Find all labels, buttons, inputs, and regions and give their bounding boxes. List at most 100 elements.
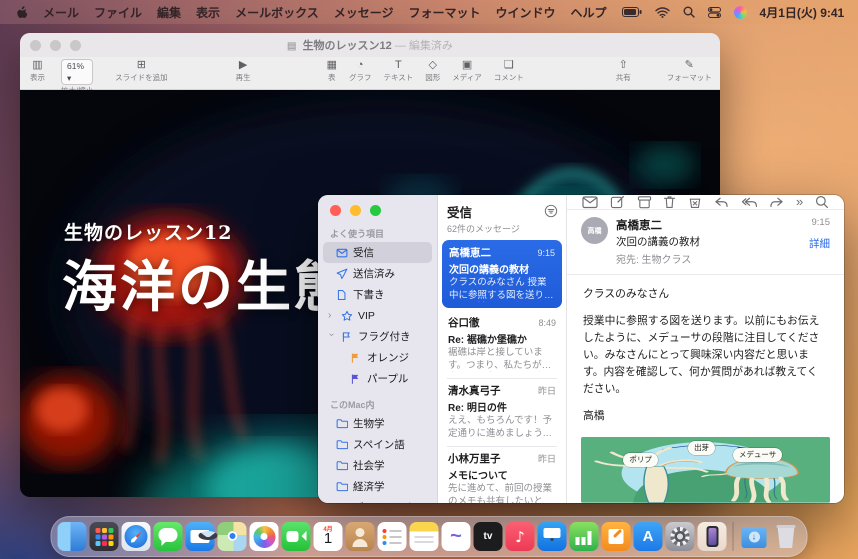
format-button[interactable]: ✎フォーマット [667, 59, 712, 83]
menu-window[interactable]: ウインドウ [496, 4, 556, 21]
facetime-icon[interactable] [282, 522, 311, 551]
flag-icon [340, 331, 353, 343]
disclosure-chevron-icon[interactable]: › [328, 310, 335, 321]
text-button[interactable]: Tテキスト [384, 59, 414, 83]
edited-badge: — 編集済み [395, 40, 453, 52]
calendar-icon[interactable]: 4月1 [314, 522, 343, 551]
get-mail-icon[interactable] [582, 195, 598, 209]
sender-name: 高橋恵二 [616, 217, 801, 233]
sidebar-item-purple-flag[interactable]: パープル [323, 368, 432, 389]
appstore-icon[interactable]: A [634, 522, 663, 551]
message-row[interactable]: 清水真弓子昨日Re: 明日の件ええ、もちろんです！予定通りに進めましょう。よろし… [438, 378, 566, 446]
sidebar-folder-biology[interactable]: 生物学 [323, 413, 432, 434]
play-button[interactable]: ▶再生 [236, 59, 251, 83]
details-link[interactable]: 詳細 [809, 236, 830, 251]
finder-icon[interactable] [58, 522, 87, 551]
sidebar-folder-economics[interactable]: 経済学 [323, 476, 432, 497]
safari-icon[interactable] [122, 522, 151, 551]
trash-icon[interactable] [772, 522, 801, 551]
reply-all-icon[interactable] [741, 196, 758, 209]
battery-icon[interactable] [622, 7, 642, 17]
message-row[interactable]: 小林万里子昨日メモについて先に進めて、前回の授業のメモも共有したいと思います。何… [438, 446, 566, 503]
freeform-icon[interactable]: ~ [442, 522, 471, 551]
appletv-icon[interactable]: tv [474, 522, 503, 551]
share-button[interactable]: ⇧共有 [616, 59, 631, 83]
sidebar-item-drafts[interactable]: 下書き [323, 284, 432, 305]
body-greeting: クラスのみなさん [583, 286, 828, 303]
wifi-icon[interactable] [655, 7, 670, 18]
compose-icon[interactable] [610, 195, 625, 209]
table-button[interactable]: ▦表 [327, 59, 337, 83]
menu-file[interactable]: ファイル [94, 4, 142, 21]
launchpad-icon[interactable] [90, 522, 119, 551]
inbox-envelope-icon [335, 247, 348, 259]
message-time: 9:15 [812, 217, 831, 228]
disclosure-chevron-icon[interactable]: › [326, 333, 337, 340]
message-row[interactable]: 高橋恵二9:15次回の講義の教材クラスのみなさん 授業中に参照する図を送ります。… [442, 240, 562, 308]
pages-icon[interactable] [602, 522, 631, 551]
message-row[interactable]: 谷口徹8:49Re: 裾礁か堡礁か裾礁は岸と接しています。つまり、私たちが海岸沿… [438, 310, 566, 378]
control-center-icon[interactable] [708, 7, 721, 18]
keynote-icon[interactable] [538, 522, 567, 551]
sidebar-item-orange-flag[interactable]: オレンジ [323, 347, 432, 368]
photos-icon[interactable] [250, 522, 279, 551]
menu-help[interactable]: ヘルプ [571, 4, 607, 21]
zoom-button[interactable] [370, 205, 381, 216]
message-sender: 清水真弓子 [448, 383, 501, 398]
sidebar-folder-spanish[interactable]: スペイン語 [323, 434, 432, 455]
menu-bar-clock[interactable]: 4月1日(火) 9:41 [760, 4, 845, 21]
iphone-icon[interactable] [698, 522, 727, 551]
add-slide-button[interactable]: ⊞スライドを追加 [115, 59, 168, 83]
comment-button[interactable]: ❑コメント [494, 59, 524, 83]
close-button[interactable] [330, 205, 341, 216]
maps-icon[interactable] [218, 522, 247, 551]
chart-button[interactable]: ◔グラフ [349, 59, 372, 83]
trash-icon[interactable] [663, 195, 676, 209]
archive-icon[interactable] [637, 195, 652, 209]
menu-format[interactable]: フォーマット [408, 4, 480, 21]
junk-icon[interactable] [688, 195, 702, 209]
view-button[interactable]: ▥表示 [30, 59, 45, 83]
shape-button[interactable]: ◇図形 [425, 59, 440, 83]
menu-message[interactable]: メッセージ [334, 4, 394, 21]
minimize-button[interactable] [350, 205, 361, 216]
music-icon[interactable]: ♪ [506, 522, 535, 551]
forward-icon[interactable] [769, 196, 784, 209]
menu-mail[interactable]: メール [43, 4, 79, 21]
settings-icon[interactable] [666, 522, 695, 551]
message-subject: 次回の講義の教材 [449, 261, 555, 276]
siri-icon[interactable] [734, 6, 747, 19]
polyp-label: ポリプ [623, 453, 658, 467]
menu-edit[interactable]: 編集 [157, 4, 181, 21]
media-button[interactable]: ▣メディア [452, 59, 481, 83]
sidebar-folder-sociology[interactable]: 社会学 [323, 455, 432, 476]
search-icon[interactable] [815, 195, 829, 209]
apple-menu-icon[interactable] [14, 5, 28, 20]
reminders-icon[interactable] [378, 522, 407, 551]
sidebar-item-flagged[interactable]: › フラグ付き [323, 326, 432, 347]
menu-mailbox[interactable]: メールボックス [235, 4, 319, 21]
slide-title-text[interactable]: 海洋の生態 [62, 242, 352, 322]
more-chevrons-icon[interactable]: » [796, 197, 803, 207]
downloads-icon[interactable] [740, 522, 769, 551]
numbers-icon[interactable] [570, 522, 599, 551]
contacts-icon[interactable] [346, 522, 375, 551]
dock: 4月1 ~tv♪ A [51, 516, 808, 557]
sidebar-item-sent[interactable]: 送信済み [323, 263, 432, 284]
reply-icon[interactable] [714, 196, 729, 209]
messages-icon[interactable] [154, 522, 183, 551]
message-body: クラスのみなさん 授業中に参照する図を送ります。以前にもお伝えしたように、メデュ… [567, 275, 844, 435]
sidebar-folder-debate-club[interactable]: ディベートク… [323, 497, 432, 503]
mail-icon[interactable] [186, 522, 215, 551]
slide-kicker-text[interactable]: 生物のレッスン12 [64, 218, 232, 245]
message-time: 昨日 [538, 384, 556, 397]
sidebar-item-inbox[interactable]: 受信 [323, 242, 432, 263]
sidebar-section-favorites: よく使う項目 [330, 227, 437, 240]
filter-icon[interactable] [544, 204, 558, 223]
spotlight-search-icon[interactable] [683, 6, 695, 18]
notes-icon[interactable] [410, 522, 439, 551]
sidebar-item-vip[interactable]: › VIP [323, 305, 432, 326]
jellyfish-lifecycle-diagram[interactable]: ポリプ 出芽 メデューサ [581, 437, 830, 503]
menu-view[interactable]: 表示 [196, 4, 220, 21]
message-subject: 次回の講義の教材 [616, 234, 801, 249]
